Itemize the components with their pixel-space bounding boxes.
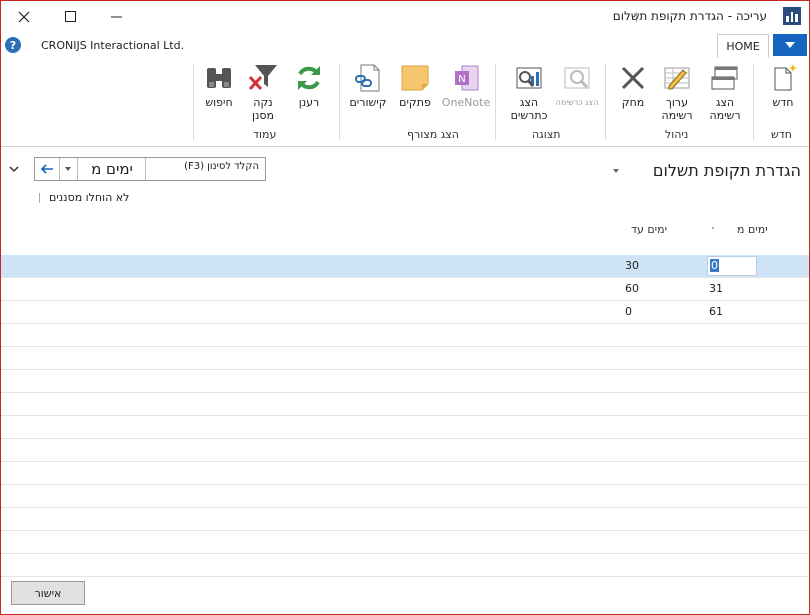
- table-row[interactable]: 0 30: [1, 255, 809, 278]
- view-list-icon: [711, 66, 738, 90]
- days-from-cell[interactable]: 61: [709, 305, 757, 318]
- page-title: הגדרת תקופת תשלום: [652, 161, 801, 180]
- company-name: CRONIJS Interactional Ltd.: [41, 39, 185, 52]
- help-icon[interactable]: ?: [5, 37, 21, 53]
- app-menu-button[interactable]: [773, 34, 807, 56]
- group-label-show-attached: הצג מצורף: [407, 128, 459, 141]
- filter-field[interactable]: ימים מ: [79, 158, 146, 180]
- empty-row: [1, 416, 809, 439]
- column-marker: [712, 227, 714, 229]
- link-icon: [355, 64, 380, 92]
- group-separator: [753, 64, 754, 140]
- days-from-cell-editor[interactable]: 0: [707, 256, 757, 276]
- tab-home[interactable]: HOME: [717, 34, 769, 58]
- filter-box: ימים מ הקלד לסינון (F3): [34, 157, 266, 181]
- chevron-down-icon[interactable]: [613, 169, 619, 173]
- app-window: עריכה - הגדרת תקופת תשלום ? CRONIJS Inte…: [0, 0, 810, 615]
- no-filters-label: לא הוחלו מסננים: [49, 191, 130, 204]
- new-document-icon: [774, 64, 797, 91]
- ribbon-tabs: ? CRONIJS Interactional Ltd. HOME: [1, 32, 809, 59]
- apply-filter-button[interactable]: [35, 158, 60, 180]
- chevron-down-icon: [785, 42, 795, 48]
- empty-row: [1, 370, 809, 393]
- show-as-list-button[interactable]: הצג כרשימה: [553, 62, 601, 109]
- empty-row: [1, 508, 809, 531]
- arrow-left-icon: [40, 164, 53, 174]
- empty-row: [1, 324, 809, 347]
- group-label-new: חדש: [771, 128, 792, 141]
- links-button[interactable]: קישורים: [343, 62, 393, 109]
- table-row[interactable]: 61 0: [1, 301, 809, 324]
- maximize-icon: [64, 11, 76, 22]
- collapse-icon[interactable]: [7, 162, 21, 176]
- new-button[interactable]: חדש: [761, 62, 805, 109]
- group-label-view: תצוגה: [532, 128, 561, 141]
- window-title: עריכה - הגדרת תקופת תשלום: [612, 9, 767, 23]
- column-header-days-from[interactable]: ימים מ: [737, 223, 768, 236]
- show-as-chart-icon: [516, 67, 542, 89]
- maximize-button[interactable]: [47, 1, 93, 32]
- clear-filter-icon: [248, 65, 277, 91]
- group-separator: [193, 64, 194, 140]
- refresh-button[interactable]: רענן: [289, 62, 329, 109]
- close-icon: [18, 11, 30, 22]
- edit-list-icon: [664, 67, 690, 90]
- view-list-button[interactable]: הצג רשימה: [703, 62, 747, 122]
- empty-row: [1, 485, 809, 508]
- refresh-icon: [298, 66, 320, 90]
- find-button[interactable]: חיפוש: [197, 62, 241, 109]
- table-row[interactable]: 31 60: [1, 278, 809, 301]
- days-to-cell[interactable]: 60: [625, 282, 665, 295]
- onenote-button[interactable]: N OneNote: [441, 62, 491, 109]
- days-from-cell[interactable]: 31: [709, 282, 757, 295]
- minimize-button[interactable]: [93, 1, 139, 32]
- show-as-chart-button[interactable]: הצג כתרשים: [505, 62, 553, 122]
- show-as-list-icon: [564, 67, 590, 89]
- group-separator: [339, 64, 340, 140]
- delete-icon: [621, 66, 645, 90]
- app-logo-icon: [783, 7, 801, 25]
- column-header-days-to[interactable]: ימים עד: [631, 223, 667, 236]
- close-button[interactable]: [1, 1, 47, 32]
- group-label-manage: ניהול: [665, 128, 689, 141]
- days-to-cell[interactable]: 0: [625, 305, 665, 318]
- empty-row: [1, 393, 809, 416]
- notes-button[interactable]: פתקים: [395, 62, 435, 109]
- group-label-page: עמוד: [253, 128, 277, 141]
- notes-icon: [401, 65, 429, 91]
- empty-row: [1, 347, 809, 370]
- clear-filter-button[interactable]: נקה מסנן: [241, 62, 285, 122]
- group-separator: [495, 64, 496, 140]
- minimize-icon: [110, 16, 122, 18]
- ribbon: חדש חדש הצג רשימה ערוך רשימה מחק ניהול ה…: [1, 58, 809, 147]
- filter-indicator: [39, 193, 40, 203]
- title-bar: עריכה - הגדרת תקופת תשלום: [1, 1, 809, 32]
- empty-row: [1, 531, 809, 554]
- filter-field-dropdown[interactable]: [59, 158, 78, 180]
- chevron-down-icon: [65, 167, 71, 171]
- ok-button[interactable]: אישור: [11, 581, 85, 605]
- onenote-icon: N: [455, 65, 479, 91]
- empty-row: [1, 554, 809, 577]
- binoculars-icon: [207, 68, 231, 88]
- days-to-cell[interactable]: 30: [625, 259, 665, 272]
- group-separator: [605, 64, 606, 140]
- empty-row: [1, 439, 809, 462]
- svg-text:N: N: [458, 74, 465, 85]
- delete-button[interactable]: מחק: [613, 62, 653, 109]
- filter-input[interactable]: הקלד לסינון (F3): [147, 161, 259, 172]
- edit-list-button[interactable]: ערוך רשימה: [655, 62, 699, 122]
- empty-row: [1, 462, 809, 485]
